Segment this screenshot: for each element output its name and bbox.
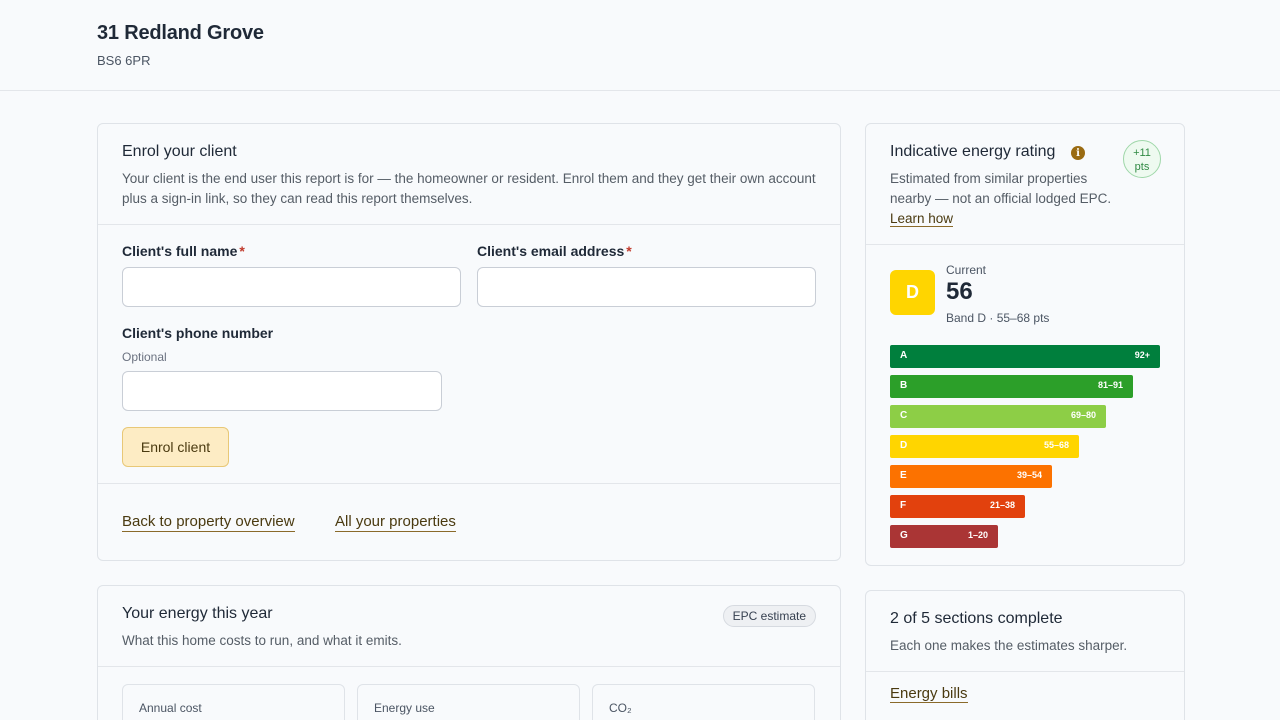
- band-range: 92+: [1134, 350, 1150, 360]
- required-mark: *: [239, 243, 245, 259]
- client-email-input[interactable]: [477, 267, 816, 307]
- name-label-text: Client's full name: [122, 243, 238, 259]
- band-range: 81–91: [1097, 380, 1123, 390]
- email-label: Client's email address *: [477, 243, 632, 259]
- page-header: 31 Redland Grove BS6 6PR: [0, 0, 1280, 91]
- points-change-value: +11: [1133, 147, 1151, 159]
- phone-hint: Optional: [122, 350, 167, 364]
- band-letter: G: [900, 530, 908, 541]
- band-range: 21–38: [989, 500, 1015, 510]
- band-bar-a: A 92+: [890, 345, 1160, 368]
- band-bar-f: F 21–38: [890, 495, 1025, 518]
- enrol-title: Enrol your client: [122, 143, 237, 160]
- energy-year-card: Your energy this year What this home cos…: [97, 585, 841, 720]
- annual-cost-box: Annual cost: [122, 684, 345, 720]
- band-bar-b: B 81–91: [890, 375, 1133, 398]
- sections-progress-card: 2 of 5 sections complete Each one makes …: [865, 590, 1185, 720]
- current-score: 56: [946, 278, 973, 305]
- divider: [866, 671, 1184, 672]
- points-change-unit: pts: [1134, 161, 1150, 173]
- band-range: 55–68: [1043, 440, 1069, 450]
- property-address: 31 Redland Grove: [97, 22, 264, 44]
- divider: [98, 224, 840, 225]
- energy-rating-card: Indicative energy rating i +11 pts Estim…: [865, 123, 1185, 566]
- current-band-text: Band D · 55–68 pts: [946, 311, 1050, 325]
- sections-subtitle: Each one makes the estimates sharper.: [890, 638, 1128, 653]
- enrol-client-button[interactable]: Enrol client: [122, 427, 229, 467]
- rating-description-text: Estimated from similar properties nearby…: [890, 171, 1112, 206]
- band-letter: F: [900, 500, 907, 511]
- band-letter: B: [900, 380, 908, 391]
- band-range: 39–54: [1016, 470, 1042, 480]
- enrol-client-card: Enrol your client Your client is the end…: [97, 123, 841, 561]
- band-letter: A: [900, 350, 908, 361]
- current-band-tile: D: [890, 270, 935, 315]
- current-label: Current: [946, 263, 987, 277]
- points-change-badge: +11 pts: [1123, 140, 1161, 178]
- client-phone-input[interactable]: [122, 371, 442, 411]
- client-name-input[interactable]: [122, 267, 461, 307]
- co2-box: CO₂: [592, 684, 815, 720]
- rating-title: Indicative energy rating: [890, 143, 1056, 160]
- enrol-description: Your client is the end user this report …: [122, 171, 816, 206]
- band-bar-g: G 1–20: [890, 525, 998, 548]
- energy-title: Your energy this year: [122, 605, 273, 622]
- energy-bills-link[interactable]: Energy bills: [890, 685, 968, 703]
- rating-description: Estimated from similar properties nearby…: [890, 169, 1115, 229]
- band-letter: E: [900, 470, 907, 481]
- divider: [866, 244, 1184, 245]
- epc-estimate-badge: EPC estimate: [722, 605, 816, 627]
- all-properties-link[interactable]: All your properties: [335, 513, 456, 532]
- energy-use-box: Energy use: [357, 684, 580, 720]
- divider: [98, 666, 840, 667]
- band-range: 69–80: [1070, 410, 1096, 420]
- stat-label: Annual cost: [139, 701, 202, 715]
- band-letter: D: [900, 440, 908, 451]
- band-bar-e: E 39–54: [890, 465, 1052, 488]
- property-postcode: BS6 6PR: [97, 53, 151, 68]
- sections-title: 2 of 5 sections complete: [890, 610, 1063, 627]
- info-icon[interactable]: i: [1071, 146, 1085, 160]
- name-label: Client's full name *: [122, 243, 245, 259]
- band-bar-d: D 55–68: [890, 435, 1079, 458]
- energy-subtitle: What this home costs to run, and what it…: [122, 633, 402, 648]
- required-mark: *: [626, 243, 632, 259]
- phone-label: Client's phone number: [122, 325, 274, 341]
- divider: [98, 483, 840, 484]
- stat-label: CO₂: [609, 701, 632, 715]
- band-range: 1–20: [967, 530, 988, 540]
- band-bar-c: C 69–80: [890, 405, 1106, 428]
- email-label-text: Client's email address: [477, 243, 625, 259]
- stat-label: Energy use: [374, 701, 435, 715]
- back-to-overview-link[interactable]: Back to property overview: [122, 513, 295, 532]
- band-letter: C: [900, 410, 908, 421]
- learn-how-link[interactable]: Learn how: [890, 211, 954, 227]
